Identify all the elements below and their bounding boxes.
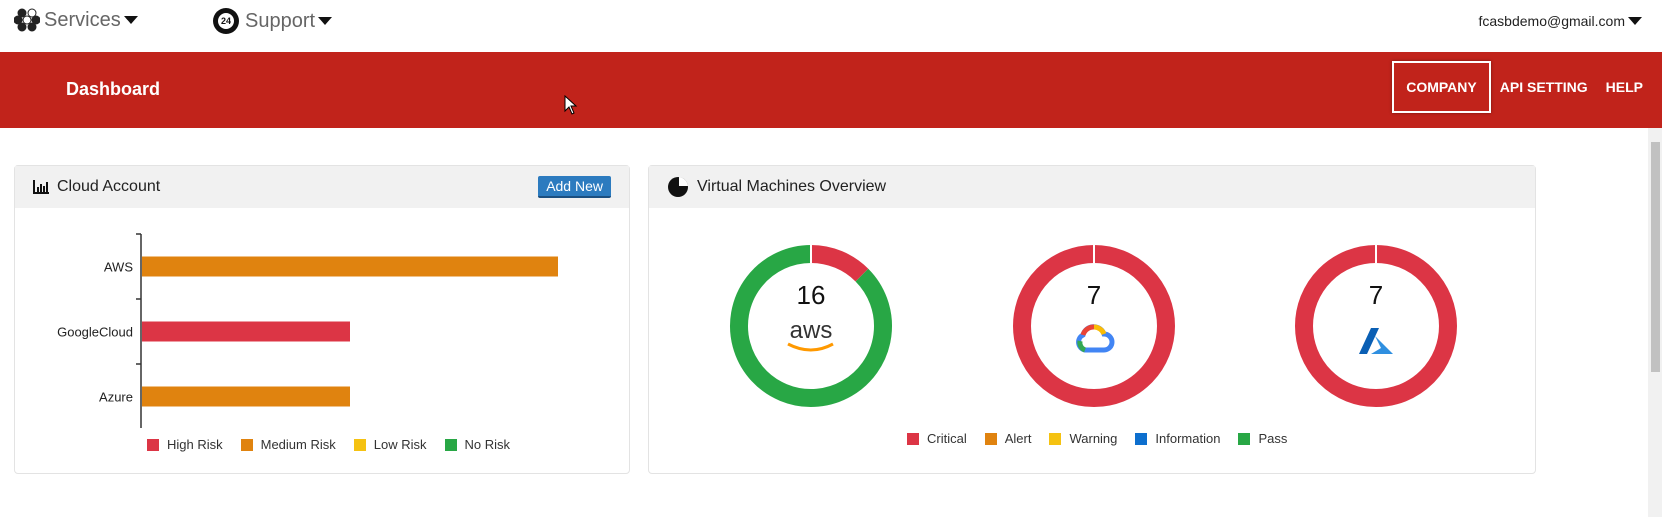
y-tick-label: GoogleCloud [57, 325, 133, 340]
legend-item[interactable]: No Risk [444, 437, 511, 452]
donut-total: 7 [1369, 280, 1383, 310]
donut-total: 16 [797, 280, 826, 310]
panel-title: Cloud Account [57, 178, 161, 195]
header-bar: Dashboard COMPANY API SETTING HELP [0, 52, 1662, 128]
legend-label: No Risk [464, 437, 511, 452]
mouse-cursor-icon [564, 95, 578, 115]
panel-header: Cloud Account Add New [15, 166, 629, 208]
bar-chart-icon [33, 180, 49, 194]
y-tick-label: Azure [99, 390, 133, 405]
legend-swatch [1238, 432, 1251, 445]
panel-title: Virtual Machines Overview [697, 178, 887, 195]
support-badge: 24 [218, 13, 234, 29]
donut-aws: 16 aws [730, 245, 892, 407]
aws-logo: aws [790, 317, 833, 344]
legend-swatch [1135, 432, 1148, 445]
add-new-button[interactable]: Add New [538, 176, 611, 198]
cloud-red [1080, 324, 1095, 336]
legend-swatch [907, 432, 919, 445]
legend-label: High Risk [167, 437, 223, 452]
donut-total: 7 [1087, 280, 1101, 310]
legend-label: Information [1155, 431, 1221, 446]
nav-company[interactable]: COMPANY [1392, 61, 1491, 113]
pie-chart-icon [667, 176, 689, 198]
services-label: Services [44, 8, 121, 31]
top-bar: Services 24 Support fcasbdemo@gmail.com [0, 0, 1662, 52]
cloud-green [1077, 340, 1087, 353]
legend-label: Medium Risk [260, 437, 336, 452]
support-24-icon: 24 [213, 8, 239, 34]
vm-overview-panel: Virtual Machines Overview 16 aws 7 7 Critic… [648, 165, 1536, 474]
support-label: Support [245, 9, 316, 32]
services-icon [14, 8, 40, 32]
header-nav: COMPANY API SETTING HELP [1392, 61, 1652, 113]
azure-icon [1359, 328, 1393, 354]
legend-item[interactable]: Low Risk [353, 437, 427, 452]
vm-donut-charts: 16 aws 7 7 [730, 245, 1457, 407]
donut-segment-critical [1295, 245, 1457, 407]
support-menu[interactable]: 24 Support [213, 8, 333, 34]
risk-legend: High Risk Medium Risk Low Risk No Risk [147, 437, 528, 452]
legend-swatch [984, 432, 997, 445]
legend-item[interactable]: Alert [984, 431, 1032, 446]
page-title: Dashboard [66, 79, 161, 99]
scrollbar-thumb[interactable] [1651, 142, 1660, 372]
legend-swatch [444, 438, 457, 451]
nav-api-setting[interactable]: API SETTING [1491, 79, 1597, 95]
legend-swatch [1049, 432, 1062, 445]
caret-down-icon [123, 16, 138, 24]
caret-down-icon [318, 17, 333, 25]
donut-azure: 7 [1295, 245, 1457, 407]
legend-swatch [240, 438, 253, 451]
cloud-account-panel: Cloud Account Add New AWS GoogleCloud Azur… [14, 165, 630, 474]
y-tick-label: AWS [104, 260, 133, 275]
legend-item[interactable]: Warning [1049, 431, 1117, 446]
google-cloud-icon [1076, 324, 1115, 353]
azure-left [1359, 328, 1379, 354]
bar-azure [142, 386, 350, 407]
aws-smile-icon [787, 342, 834, 352]
legend-swatch [147, 438, 159, 451]
donut-googlecloud: 7 [1013, 245, 1175, 407]
caret-down-icon [1628, 17, 1642, 25]
legend-item[interactable]: Information [1135, 431, 1220, 446]
legend-label: Critical [927, 431, 967, 446]
bar-googlecloud [142, 321, 350, 342]
cloud-risk-bar-chart: AWS GoogleCloud Azure [57, 233, 558, 428]
azure-right [1371, 336, 1393, 354]
legend-item[interactable]: Critical [907, 431, 967, 446]
vm-legend: Critical Alert Warning Information Pass [907, 431, 1305, 446]
services-menu[interactable]: Services [14, 8, 138, 32]
donut-segment-critical [810, 245, 869, 282]
page-scrollbar[interactable] [1648, 128, 1662, 517]
user-menu[interactable]: fcasbdemo@gmail.com [1478, 13, 1642, 29]
legend-label: Low Risk [373, 437, 427, 452]
legend-swatch [353, 438, 366, 451]
cloud-yellow [1093, 324, 1107, 336]
legend-label: Pass [1258, 431, 1288, 446]
legend-item[interactable]: Pass [1238, 431, 1287, 446]
legend-label: Warning [1069, 431, 1118, 446]
legend-item[interactable]: High Risk [147, 437, 223, 452]
panel-header: Virtual Machines Overview [649, 166, 1535, 208]
legend-item[interactable]: Medium Risk [240, 437, 336, 452]
user-email: fcasbdemo@gmail.com [1478, 13, 1626, 29]
legend-label: Alert [1004, 431, 1032, 446]
bar-aws [142, 256, 558, 277]
nav-help[interactable]: HELP [1597, 79, 1652, 95]
